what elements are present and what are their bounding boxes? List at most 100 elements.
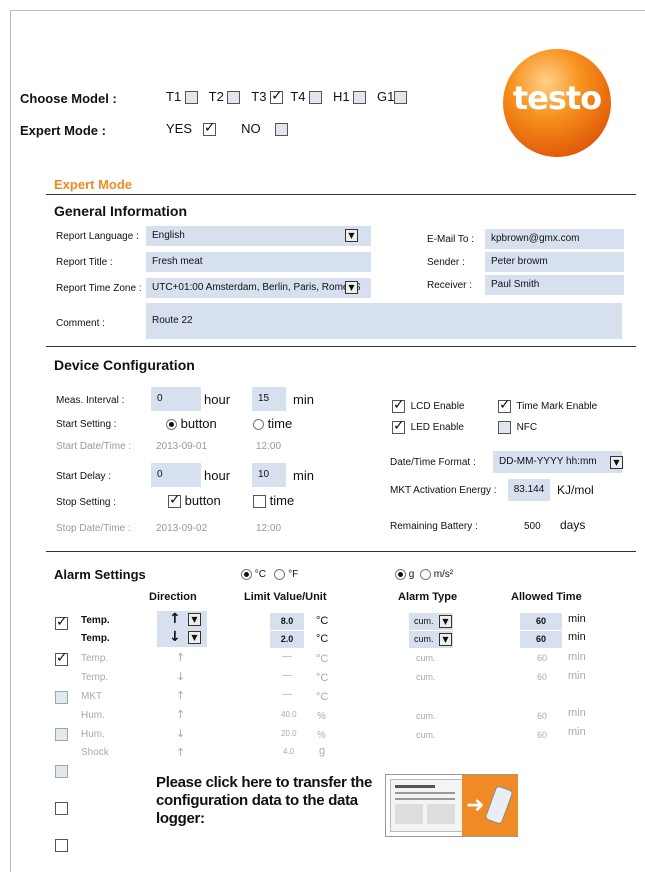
email-input[interactable]: kpbrown@gmx.com xyxy=(485,229,624,249)
fahrenheit-label: °F xyxy=(288,569,299,581)
lcd-enable-checkbox[interactable] xyxy=(392,397,405,413)
start-datetime-label: Start Date/Time : xyxy=(56,441,132,452)
time-unit: min xyxy=(568,670,586,682)
report-title-label: Report Title : xyxy=(56,257,113,268)
time-unit: min xyxy=(568,631,586,643)
meas-hour-input[interactable]: 0 xyxy=(151,387,201,411)
delay-hour-value: 0 xyxy=(157,469,163,480)
model-t4-checkbox[interactable] xyxy=(309,91,323,105)
no-checkbox[interactable] xyxy=(275,123,289,137)
start-time-option[interactable]: time xyxy=(253,416,292,431)
stop-button-checkbox[interactable] xyxy=(168,492,181,509)
time-zone-select[interactable]: UTC+01:00 Amsterdam, Berlin, Paris, Rome… xyxy=(146,278,371,298)
time-input[interactable]: 60 xyxy=(520,613,562,630)
model-h1-checkbox[interactable] xyxy=(353,91,367,105)
no-label: NO xyxy=(241,121,261,136)
alarm-row-checkbox[interactable] xyxy=(55,728,68,742)
stop-date-value: 2013-09-02 xyxy=(156,523,208,534)
sender-input[interactable]: Peter browm xyxy=(485,252,624,272)
chevron-down-icon[interactable]: ▼ xyxy=(610,456,623,469)
model-g1-label: G1 xyxy=(377,89,395,104)
alarm-row-checkbox[interactable] xyxy=(55,650,68,667)
document-icon xyxy=(390,779,466,832)
time-mark-checkbox[interactable] xyxy=(498,397,511,413)
time-value: 60 xyxy=(537,730,548,740)
min-label: min xyxy=(293,392,314,407)
delay-min-input[interactable]: 10 xyxy=(252,463,286,487)
time-mark-option[interactable]: Time Mark Enable xyxy=(498,397,597,413)
battery-label: Remaining Battery : xyxy=(390,521,478,532)
limit-value: 2.0 xyxy=(280,634,294,644)
model-h1-label: H1 xyxy=(332,89,350,104)
chevron-down-icon[interactable]: ▼ xyxy=(345,229,358,242)
datetime-format-label: Date/Time Format : xyxy=(390,457,476,468)
chevron-down-icon[interactable]: ▼ xyxy=(439,633,452,646)
model-t3-checkbox[interactable] xyxy=(270,88,284,105)
report-language-select[interactable]: English xyxy=(146,226,371,246)
model-t2-checkbox[interactable] xyxy=(227,91,241,105)
alarm-row-name: MKT xyxy=(81,691,103,702)
ms2-radio[interactable] xyxy=(419,569,431,580)
comment-input[interactable]: Route 22 xyxy=(146,303,622,339)
limit-unit: °C xyxy=(316,633,329,645)
fahrenheit-radio[interactable] xyxy=(274,569,286,580)
report-title-input[interactable]: Fresh meat xyxy=(146,252,371,272)
datetime-format-select[interactable]: DD-MM-YYYY hh:mm xyxy=(493,451,622,473)
alarm-type-value: cum. xyxy=(414,616,434,626)
delay-hour-input[interactable]: 0 xyxy=(151,463,201,487)
led-enable-checkbox[interactable] xyxy=(392,418,405,434)
time-input[interactable]: 60 xyxy=(520,631,562,648)
alarm-row-checkbox[interactable] xyxy=(55,802,68,816)
stop-time-checkbox[interactable] xyxy=(253,495,266,509)
nfc-option[interactable]: NFC xyxy=(498,421,537,434)
chevron-down-icon[interactable]: ▼ xyxy=(188,613,201,626)
limit-input[interactable]: 2.0 xyxy=(270,631,304,648)
limit-unit: °C xyxy=(316,691,329,703)
g-radio[interactable] xyxy=(395,569,406,580)
alarm-row-checkbox[interactable] xyxy=(55,691,68,705)
col-allowed-time: Allowed Time xyxy=(511,591,582,603)
model-t1-checkbox[interactable] xyxy=(184,91,198,105)
doc-block xyxy=(395,804,423,824)
receiver-input[interactable]: Paul Smith xyxy=(485,275,624,295)
start-button-label: button xyxy=(180,416,217,431)
chevron-down-icon[interactable]: ▼ xyxy=(188,631,201,644)
arrow-up-icon: ↑ xyxy=(176,746,186,759)
device-config-title: Device Configuration xyxy=(54,357,195,373)
transfer-text: Please click here to transfer the config… xyxy=(156,774,373,827)
alarm-row-checkbox[interactable] xyxy=(55,765,68,779)
mkt-input[interactable]: 83.144 xyxy=(508,479,550,501)
chevron-down-icon[interactable]: ▼ xyxy=(439,615,452,628)
nfc-checkbox[interactable] xyxy=(498,421,511,434)
model-g1-checkbox[interactable] xyxy=(394,91,408,105)
start-time-radio[interactable] xyxy=(253,419,264,431)
arrow-up-icon: ↑ xyxy=(169,611,181,627)
limit-unit: °C xyxy=(316,615,329,627)
celsius-radio[interactable] xyxy=(241,569,252,580)
limit-value: — xyxy=(282,670,292,681)
start-button-radio[interactable] xyxy=(166,419,177,431)
hour-label: hour xyxy=(204,392,231,407)
limit-value: 4.0 xyxy=(283,747,295,756)
start-button-option[interactable]: button xyxy=(166,416,217,431)
transfer-button[interactable]: ➜ xyxy=(385,774,518,837)
mkt-unit: KJ/mol xyxy=(557,483,594,497)
chevron-down-icon[interactable]: ▼ xyxy=(345,281,358,294)
start-time-value: 12:00 xyxy=(256,441,282,452)
stop-time-option[interactable]: time xyxy=(253,493,294,509)
receiver-value: Paul Smith xyxy=(491,279,540,290)
led-enable-option[interactable]: LED Enable xyxy=(392,418,464,434)
alarm-row-checkbox[interactable] xyxy=(55,839,68,853)
arrow-down-icon: ↓ xyxy=(176,670,186,683)
yes-checkbox[interactable] xyxy=(202,120,216,137)
time-unit: min xyxy=(568,726,586,738)
alarm-row-name: Hum. xyxy=(81,710,105,721)
alarm-row-checkbox[interactable] xyxy=(55,614,68,631)
lcd-enable-option[interactable]: LCD Enable xyxy=(392,397,464,413)
form-page: Choose Model : T1 T2 T3 T4 H1 G1 Expert … xyxy=(10,10,645,872)
limit-input[interactable]: 8.0 xyxy=(270,613,304,630)
model-h1: H1 xyxy=(332,89,367,105)
limit-value: 20.0 xyxy=(281,729,297,738)
stop-button-option[interactable]: button xyxy=(168,492,221,509)
meas-min-input[interactable]: 15 xyxy=(252,387,286,411)
